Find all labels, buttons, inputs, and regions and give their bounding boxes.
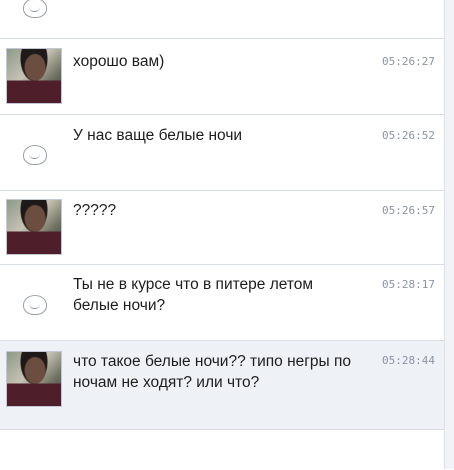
troll-face-icon [23,0,47,18]
avatar[interactable] [6,351,64,407]
message-row: Ты не в курсе что в питере летом белые н… [0,264,444,341]
message-text: Ты не в курсе что в питере летом белые н… [73,276,314,314]
message-text: хорошо вам) [73,53,165,70]
avatar[interactable] [6,48,64,104]
user-photo [6,48,62,104]
avatar[interactable] [6,0,64,18]
chat-log: хорошо вам) 05:26:27 У нас ваще белые но… [0,0,454,469]
scrollbar[interactable] [444,0,454,469]
message-text: что такое белые ночи?? типо негры по ноч… [73,353,352,391]
avatar[interactable] [6,199,64,255]
avatar[interactable] [6,127,64,165]
troll-face-icon [23,295,47,315]
empty-area [0,429,444,470]
message-text: ????? [73,202,117,219]
message-row: У нас ваще белые ночи 05:26:52 [0,114,444,191]
message-row: хорошо вам) 05:26:27 [0,38,444,115]
message-row: ????? 05:26:57 [0,190,444,265]
user-photo [6,351,62,407]
avatar[interactable] [6,277,64,315]
troll-face-icon [23,145,47,165]
message-row [0,0,444,37]
message-row: что такое белые ночи?? типо негры по ноч… [0,340,444,430]
message-text: У нас ваще белые ночи [73,127,243,144]
user-photo [6,199,62,255]
